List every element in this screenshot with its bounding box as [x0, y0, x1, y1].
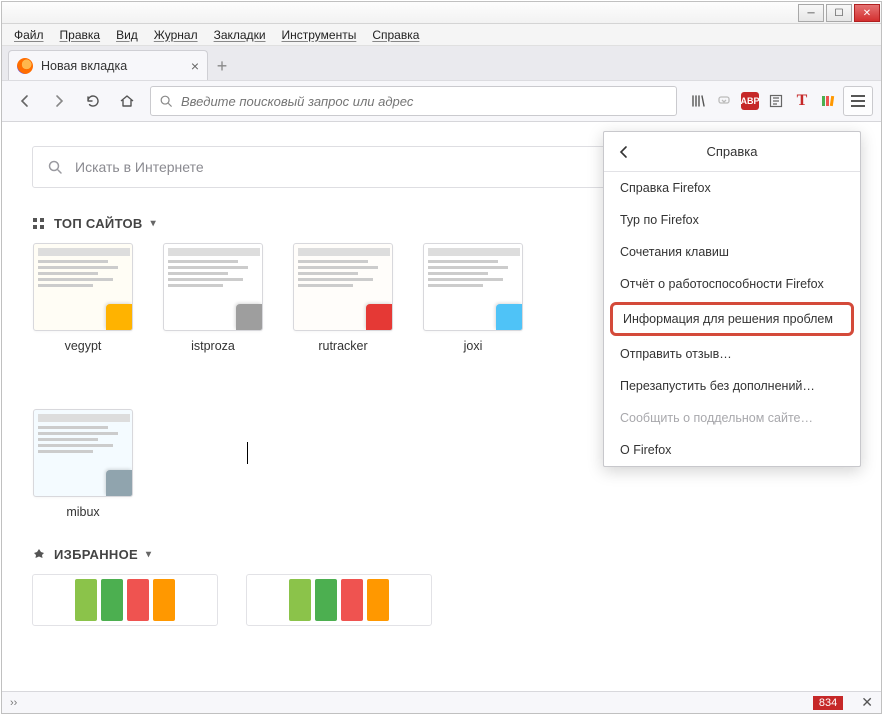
chevrons-icon: ›› — [10, 697, 17, 709]
site-tile-rutracker[interactable]: rutracker — [292, 243, 394, 353]
menu-инструменты[interactable]: Инструменты — [274, 26, 365, 44]
pocket-icon[interactable] — [713, 90, 735, 112]
back-button[interactable] — [10, 86, 40, 116]
favorites-header[interactable]: ИЗБРАННОЕ ▾ — [32, 547, 851, 562]
tabstrip: Новая вкладка × + — [2, 46, 881, 80]
site-tile-mibux[interactable]: mibux — [32, 409, 134, 519]
books-icon[interactable] — [817, 90, 839, 112]
book-icon — [315, 579, 337, 621]
site-favicon — [496, 304, 522, 330]
help-item: Сообщить о поддельном сайте… — [604, 402, 860, 434]
site-label: vegypt — [65, 339, 102, 353]
favorite-card[interactable] — [32, 574, 218, 626]
search-icon — [159, 94, 173, 108]
site-label: istproza — [191, 339, 235, 353]
site-label: mibux — [66, 505, 99, 519]
text-cursor-icon — [247, 442, 248, 464]
reload-button[interactable] — [78, 86, 108, 116]
site-favicon — [366, 304, 392, 330]
book-icon — [367, 579, 389, 621]
site-favicon — [106, 470, 132, 496]
nav-toolbar: ABP T — [2, 80, 881, 122]
close-window-button[interactable]: ✕ — [854, 4, 880, 22]
menu-справка[interactable]: Справка — [364, 26, 427, 44]
book-icon — [153, 579, 175, 621]
help-item[interactable]: Справка Firefox — [604, 172, 860, 204]
favorite-card[interactable] — [246, 574, 432, 626]
maximize-button[interactable]: ☐ — [826, 4, 852, 22]
status-close-icon[interactable]: ✕ — [861, 694, 873, 711]
status-bar: ›› 834 ✕ — [2, 691, 881, 713]
favorites-row — [32, 574, 851, 626]
help-item[interactable]: Перезапустить без дополнений… — [604, 370, 860, 402]
help-item[interactable]: Тур по Firefox — [604, 204, 860, 236]
panel-back-button[interactable] — [604, 145, 644, 159]
chevron-down-icon: ▾ — [151, 218, 156, 229]
reader-icon[interactable] — [765, 90, 787, 112]
site-tile-vegypt[interactable]: vegypt — [32, 243, 134, 353]
book-icon — [341, 579, 363, 621]
book-icon — [75, 579, 97, 621]
panel-title: Справка — [644, 144, 860, 159]
menu-вид[interactable]: Вид — [108, 26, 146, 44]
url-bar[interactable] — [150, 86, 677, 116]
menubar: ФайлПравкаВидЖурналЗакладкиИнструментыСп… — [2, 24, 881, 46]
site-thumb — [423, 243, 523, 331]
menu-закладки[interactable]: Закладки — [206, 26, 274, 44]
book-icon — [289, 579, 311, 621]
site-thumb — [293, 243, 393, 331]
status-counter: 834 — [813, 696, 843, 710]
minimize-button[interactable]: ─ — [798, 4, 824, 22]
book-icon — [101, 579, 123, 621]
menu-button[interactable] — [843, 86, 873, 116]
titlebar: ─ ☐ ✕ — [2, 2, 881, 24]
site-label: rutracker — [318, 339, 367, 353]
grid-icon — [32, 217, 46, 231]
forward-button[interactable] — [44, 86, 74, 116]
help-item[interactable]: Отчёт о работоспособности Firefox — [604, 268, 860, 300]
site-tile-joxi[interactable]: joxi — [422, 243, 524, 353]
t-extension-icon[interactable]: T — [791, 90, 813, 112]
url-input[interactable] — [181, 94, 668, 109]
new-tab-button[interactable]: + — [208, 52, 236, 80]
abp-icon[interactable]: ABP — [739, 90, 761, 112]
site-thumb — [33, 409, 133, 497]
search-icon — [47, 159, 63, 175]
tab-close-button[interactable]: × — [191, 58, 199, 74]
help-item[interactable]: Сочетания клавиш — [604, 236, 860, 268]
site-favicon — [236, 304, 262, 330]
library-icon[interactable] — [687, 90, 709, 112]
firefox-icon — [17, 58, 33, 74]
book-icon — [127, 579, 149, 621]
menu-правка[interactable]: Правка — [52, 26, 109, 44]
menu-файл[interactable]: Файл — [6, 26, 52, 44]
help-item[interactable]: О Firefox — [604, 434, 860, 466]
site-thumb — [163, 243, 263, 331]
page-search-placeholder: Искать в Интернете — [75, 159, 204, 175]
help-panel: Справка Справка FirefoxТур по FirefoxСоч… — [603, 131, 861, 467]
top-sites-label: ТОП САЙТОВ — [54, 216, 143, 231]
site-favicon — [106, 304, 132, 330]
pin-icon — [32, 548, 46, 562]
tab-title: Новая вкладка — [41, 59, 127, 73]
home-button[interactable] — [112, 86, 142, 116]
site-label: joxi — [464, 339, 483, 353]
site-thumb — [33, 243, 133, 331]
favorites-label: ИЗБРАННОЕ — [54, 547, 138, 562]
site-tile-istproza[interactable]: istproza — [162, 243, 264, 353]
menu-журнал[interactable]: Журнал — [146, 26, 206, 44]
help-item[interactable]: Информация для решения проблем — [610, 302, 854, 336]
help-item[interactable]: Отправить отзыв… — [604, 338, 860, 370]
tab-active[interactable]: Новая вкладка × — [8, 50, 208, 80]
chevron-down-icon: ▾ — [146, 549, 151, 560]
